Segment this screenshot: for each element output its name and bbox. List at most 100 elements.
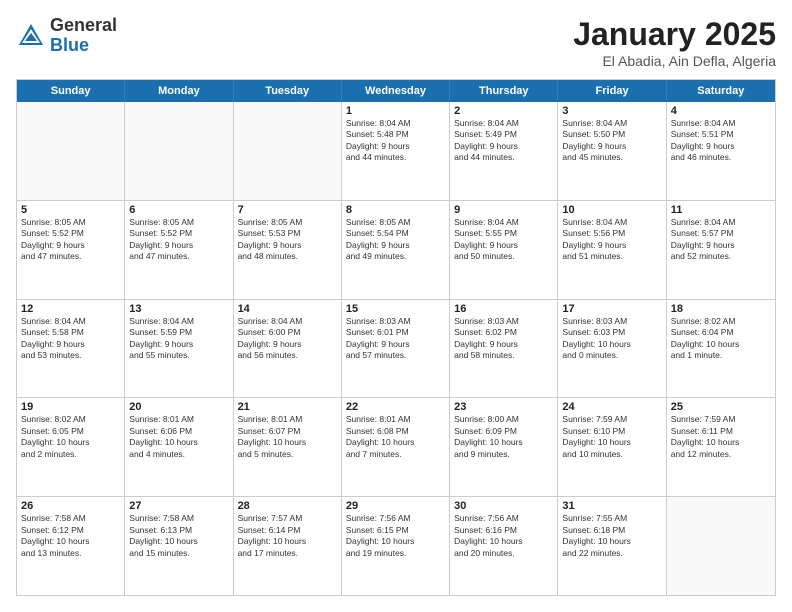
day-number: 18: [671, 303, 771, 315]
header-day-monday: Monday: [125, 80, 233, 102]
header-day-thursday: Thursday: [450, 80, 558, 102]
logo-icon: [16, 21, 46, 51]
calendar-cell-10: 10Sunrise: 8:04 AMSunset: 5:56 PMDayligh…: [558, 201, 666, 299]
cell-content: Sunrise: 7:58 AMSunset: 6:12 PMDaylight:…: [21, 513, 120, 559]
cell-content: Sunrise: 8:04 AMSunset: 5:56 PMDaylight:…: [562, 217, 661, 263]
calendar-cell-26: 26Sunrise: 7:58 AMSunset: 6:12 PMDayligh…: [17, 497, 125, 595]
title-location: El Abadia, Ain Defla, Algeria: [573, 53, 776, 69]
header-day-friday: Friday: [558, 80, 666, 102]
calendar-cell-25: 25Sunrise: 7:59 AMSunset: 6:11 PMDayligh…: [667, 398, 775, 496]
calendar-cell-12: 12Sunrise: 8:04 AMSunset: 5:58 PMDayligh…: [17, 300, 125, 398]
calendar-cell-1: 1Sunrise: 8:04 AMSunset: 5:48 PMDaylight…: [342, 102, 450, 200]
header-day-tuesday: Tuesday: [234, 80, 342, 102]
calendar-cell-20: 20Sunrise: 8:01 AMSunset: 6:06 PMDayligh…: [125, 398, 233, 496]
calendar-cell-empty-0-1: [125, 102, 233, 200]
day-number: 26: [21, 500, 120, 512]
day-number: 2: [454, 105, 553, 117]
cell-content: Sunrise: 8:03 AMSunset: 6:02 PMDaylight:…: [454, 316, 553, 362]
cell-content: Sunrise: 7:57 AMSunset: 6:14 PMDaylight:…: [238, 513, 337, 559]
day-number: 25: [671, 401, 771, 413]
calendar-cell-22: 22Sunrise: 8:01 AMSunset: 6:08 PMDayligh…: [342, 398, 450, 496]
calendar-cell-19: 19Sunrise: 8:02 AMSunset: 6:05 PMDayligh…: [17, 398, 125, 496]
calendar-cell-9: 9Sunrise: 8:04 AMSunset: 5:55 PMDaylight…: [450, 201, 558, 299]
calendar-row-1: 5Sunrise: 8:05 AMSunset: 5:52 PMDaylight…: [17, 201, 775, 300]
logo-text: General Blue: [50, 16, 117, 56]
cell-content: Sunrise: 8:01 AMSunset: 6:07 PMDaylight:…: [238, 414, 337, 460]
calendar-cell-5: 5Sunrise: 8:05 AMSunset: 5:52 PMDaylight…: [17, 201, 125, 299]
calendar-cell-11: 11Sunrise: 8:04 AMSunset: 5:57 PMDayligh…: [667, 201, 775, 299]
calendar-cell-16: 16Sunrise: 8:03 AMSunset: 6:02 PMDayligh…: [450, 300, 558, 398]
cell-content: Sunrise: 7:56 AMSunset: 6:16 PMDaylight:…: [454, 513, 553, 559]
day-number: 24: [562, 401, 661, 413]
calendar-cell-6: 6Sunrise: 8:05 AMSunset: 5:52 PMDaylight…: [125, 201, 233, 299]
cell-content: Sunrise: 8:04 AMSunset: 6:00 PMDaylight:…: [238, 316, 337, 362]
calendar-cell-13: 13Sunrise: 8:04 AMSunset: 5:59 PMDayligh…: [125, 300, 233, 398]
cell-content: Sunrise: 8:00 AMSunset: 6:09 PMDaylight:…: [454, 414, 553, 460]
cell-content: Sunrise: 8:04 AMSunset: 5:55 PMDaylight:…: [454, 217, 553, 263]
header-day-saturday: Saturday: [667, 80, 775, 102]
day-number: 11: [671, 204, 771, 216]
cell-content: Sunrise: 7:59 AMSunset: 6:11 PMDaylight:…: [671, 414, 771, 460]
day-number: 10: [562, 204, 661, 216]
day-number: 20: [129, 401, 228, 413]
calendar-cell-21: 21Sunrise: 8:01 AMSunset: 6:07 PMDayligh…: [234, 398, 342, 496]
cell-content: Sunrise: 8:04 AMSunset: 5:51 PMDaylight:…: [671, 118, 771, 164]
cell-content: Sunrise: 8:04 AMSunset: 5:58 PMDaylight:…: [21, 316, 120, 362]
day-number: 4: [671, 105, 771, 117]
calendar-row-0: 1Sunrise: 8:04 AMSunset: 5:48 PMDaylight…: [17, 102, 775, 201]
cell-content: Sunrise: 8:04 AMSunset: 5:59 PMDaylight:…: [129, 316, 228, 362]
logo: General Blue: [16, 16, 117, 56]
cell-content: Sunrise: 7:59 AMSunset: 6:10 PMDaylight:…: [562, 414, 661, 460]
calendar-cell-empty-0-2: [234, 102, 342, 200]
day-number: 14: [238, 303, 337, 315]
calendar-cell-30: 30Sunrise: 7:56 AMSunset: 6:16 PMDayligh…: [450, 497, 558, 595]
day-number: 6: [129, 204, 228, 216]
cell-content: Sunrise: 8:05 AMSunset: 5:52 PMDaylight:…: [21, 217, 120, 263]
cell-content: Sunrise: 8:01 AMSunset: 6:06 PMDaylight:…: [129, 414, 228, 460]
calendar-cell-empty-0-0: [17, 102, 125, 200]
day-number: 5: [21, 204, 120, 216]
calendar-cell-18: 18Sunrise: 8:02 AMSunset: 6:04 PMDayligh…: [667, 300, 775, 398]
calendar-cell-2: 2Sunrise: 8:04 AMSunset: 5:49 PMDaylight…: [450, 102, 558, 200]
day-number: 23: [454, 401, 553, 413]
header-day-wednesday: Wednesday: [342, 80, 450, 102]
calendar-cell-31: 31Sunrise: 7:55 AMSunset: 6:18 PMDayligh…: [558, 497, 666, 595]
cell-content: Sunrise: 8:05 AMSunset: 5:52 PMDaylight:…: [129, 217, 228, 263]
cell-content: Sunrise: 7:55 AMSunset: 6:18 PMDaylight:…: [562, 513, 661, 559]
calendar-cell-23: 23Sunrise: 8:00 AMSunset: 6:09 PMDayligh…: [450, 398, 558, 496]
day-number: 21: [238, 401, 337, 413]
title-block: January 2025 El Abadia, Ain Defla, Alger…: [573, 16, 776, 69]
calendar-cell-4: 4Sunrise: 8:04 AMSunset: 5:51 PMDaylight…: [667, 102, 775, 200]
day-number: 7: [238, 204, 337, 216]
calendar-cell-3: 3Sunrise: 8:04 AMSunset: 5:50 PMDaylight…: [558, 102, 666, 200]
calendar-cell-17: 17Sunrise: 8:03 AMSunset: 6:03 PMDayligh…: [558, 300, 666, 398]
day-number: 27: [129, 500, 228, 512]
calendar-cell-empty-4-6: [667, 497, 775, 595]
day-number: 8: [346, 204, 445, 216]
logo-blue: Blue: [50, 36, 117, 56]
calendar-cell-7: 7Sunrise: 8:05 AMSunset: 5:53 PMDaylight…: [234, 201, 342, 299]
calendar-row-4: 26Sunrise: 7:58 AMSunset: 6:12 PMDayligh…: [17, 497, 775, 595]
cell-content: Sunrise: 8:04 AMSunset: 5:49 PMDaylight:…: [454, 118, 553, 164]
cell-content: Sunrise: 8:02 AMSunset: 6:04 PMDaylight:…: [671, 316, 771, 362]
cell-content: Sunrise: 8:03 AMSunset: 6:03 PMDaylight:…: [562, 316, 661, 362]
day-number: 17: [562, 303, 661, 315]
cell-content: Sunrise: 8:05 AMSunset: 5:53 PMDaylight:…: [238, 217, 337, 263]
calendar-header: SundayMondayTuesdayWednesdayThursdayFrid…: [17, 80, 775, 102]
calendar-body: 1Sunrise: 8:04 AMSunset: 5:48 PMDaylight…: [17, 102, 775, 595]
calendar-cell-27: 27Sunrise: 7:58 AMSunset: 6:13 PMDayligh…: [125, 497, 233, 595]
cell-content: Sunrise: 8:01 AMSunset: 6:08 PMDaylight:…: [346, 414, 445, 460]
day-number: 9: [454, 204, 553, 216]
day-number: 13: [129, 303, 228, 315]
calendar-row-3: 19Sunrise: 8:02 AMSunset: 6:05 PMDayligh…: [17, 398, 775, 497]
calendar-cell-29: 29Sunrise: 7:56 AMSunset: 6:15 PMDayligh…: [342, 497, 450, 595]
calendar: SundayMondayTuesdayWednesdayThursdayFrid…: [16, 79, 776, 596]
title-month: January 2025: [573, 16, 776, 53]
calendar-cell-8: 8Sunrise: 8:05 AMSunset: 5:54 PMDaylight…: [342, 201, 450, 299]
day-number: 3: [562, 105, 661, 117]
cell-content: Sunrise: 8:04 AMSunset: 5:50 PMDaylight:…: [562, 118, 661, 164]
day-number: 28: [238, 500, 337, 512]
day-number: 16: [454, 303, 553, 315]
day-number: 22: [346, 401, 445, 413]
calendar-cell-15: 15Sunrise: 8:03 AMSunset: 6:01 PMDayligh…: [342, 300, 450, 398]
